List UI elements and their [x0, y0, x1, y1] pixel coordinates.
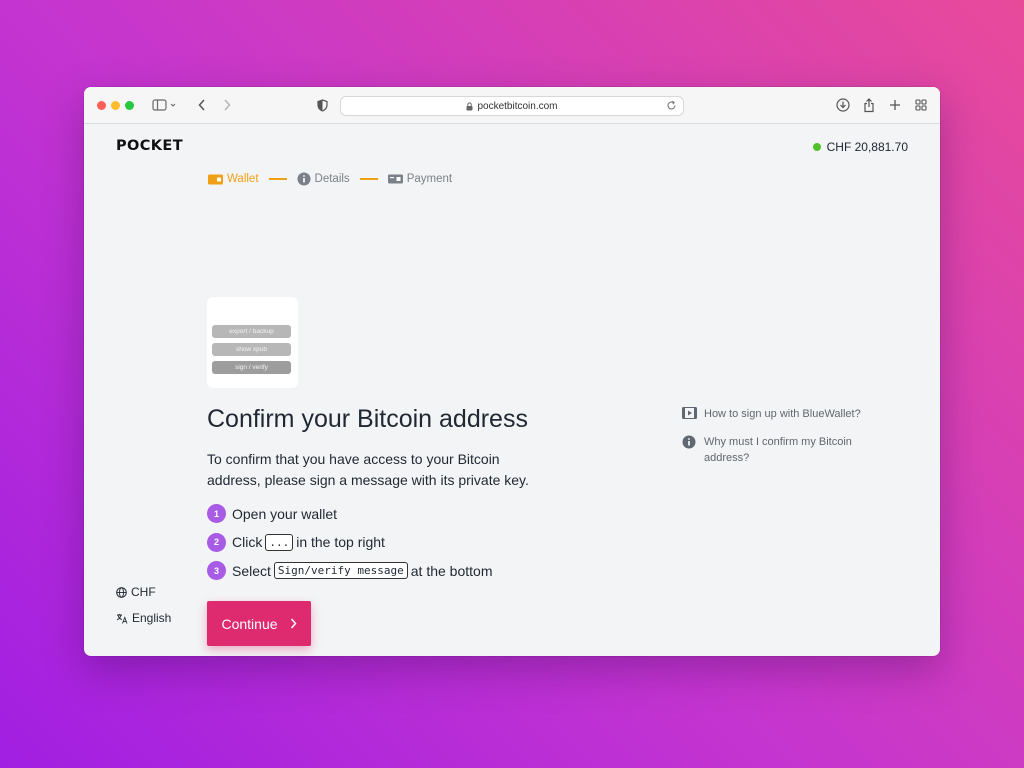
forward-icon[interactable] — [221, 96, 233, 114]
progress-steps: Wallet Details Payment — [208, 172, 452, 186]
step-payment: Payment — [387, 173, 453, 185]
step-connector — [359, 178, 378, 180]
sidebar-toggle-icon[interactable] — [152, 96, 178, 114]
preview-option: show xpub — [212, 343, 291, 356]
language-selector[interactable]: English — [116, 611, 171, 625]
step-details: Details — [297, 172, 350, 186]
privacy-shield-icon[interactable] — [315, 96, 329, 114]
help-link-info[interactable]: Why must I confirm my Bitcoin address? — [682, 434, 882, 466]
url-text: pocketbitcoin.com — [477, 100, 558, 112]
balance-text: CHF 20,881.70 — [826, 140, 908, 154]
help-link-text: Why must I confirm my Bitcoin address? — [704, 436, 852, 464]
instruction-text: Open your wallet — [232, 505, 338, 522]
list-item: 1 Open your wallet — [207, 504, 492, 523]
wallet-icon — [208, 174, 223, 185]
continue-button[interactable]: Continue — [207, 601, 311, 646]
pocket-logo[interactable]: POCKET — [116, 138, 183, 154]
downloads-icon[interactable] — [835, 96, 851, 114]
step-number: 1 — [207, 504, 226, 523]
step-label: Wallet — [227, 173, 259, 185]
continue-label: Continue — [221, 615, 278, 632]
share-icon[interactable] — [861, 96, 877, 114]
minimize-window-button[interactable] — [111, 101, 120, 110]
instruction-text: at the bottom — [410, 562, 493, 579]
info-icon — [682, 435, 698, 449]
tab-overview-icon[interactable] — [913, 96, 929, 114]
zoom-window-button[interactable] — [125, 101, 134, 110]
preview-option: export / backup — [212, 325, 291, 338]
instruction-text: Select — [232, 562, 271, 579]
page-title: Confirm your Bitcoin address — [207, 405, 528, 433]
step-number: 2 — [207, 532, 226, 552]
instruction-text: in the top right — [296, 534, 385, 550]
preview-option: sign / verify — [212, 361, 291, 374]
wallet-menu-preview: export / backup show xpub sign / verify — [207, 297, 298, 388]
step-label: Payment — [406, 173, 453, 185]
reload-icon[interactable] — [666, 100, 677, 111]
balance-indicator: CHF 20,881.70 — [812, 140, 908, 154]
close-window-button[interactable] — [97, 101, 106, 110]
step-label: Details — [314, 173, 350, 185]
page-description: To confirm that you have access to your … — [207, 451, 529, 488]
translate-icon — [116, 613, 128, 624]
new-tab-icon[interactable] — [887, 96, 903, 114]
list-item: 3 Select Sign/verify message at the bott… — [207, 561, 492, 580]
instruction-text: Click — [232, 534, 263, 550]
keyboard-hint: Sign/verify message — [273, 562, 408, 579]
status-dot — [812, 143, 821, 151]
video-icon — [682, 407, 698, 419]
help-links: How to sign up with BlueWallet? Why must… — [682, 406, 882, 478]
lock-icon — [466, 101, 473, 111]
help-link-video[interactable]: How to sign up with BlueWallet? — [682, 406, 882, 422]
address-bar[interactable]: pocketbitcoin.com — [340, 96, 684, 116]
browser-toolbar: pocketbitcoin.com — [84, 87, 940, 124]
keyboard-hint: ... — [265, 533, 294, 551]
help-link-text: How to sign up with BlueWallet? — [704, 408, 861, 420]
info-icon — [297, 172, 311, 186]
list-item: 2 Click ... in the top right — [207, 532, 492, 552]
browser-window: pocketbitcoin.com POCKET CHF 20,881.70 W… — [84, 87, 940, 656]
language-label: English — [132, 611, 172, 625]
step-connector — [268, 178, 287, 180]
currency-selector[interactable]: CHF — [116, 585, 156, 599]
currency-label: CHF — [131, 585, 156, 599]
step-number: 3 — [207, 561, 226, 580]
globe-icon — [116, 586, 127, 598]
step-wallet: Wallet — [208, 173, 259, 185]
instruction-list: 1 Open your wallet 2 Click ... in the to… — [207, 504, 492, 590]
back-icon[interactable] — [196, 96, 208, 114]
page-content: POCKET CHF 20,881.70 Wallet Details Paym… — [84, 124, 940, 656]
chevron-right-icon — [290, 616, 297, 632]
payment-icon — [387, 174, 403, 184]
